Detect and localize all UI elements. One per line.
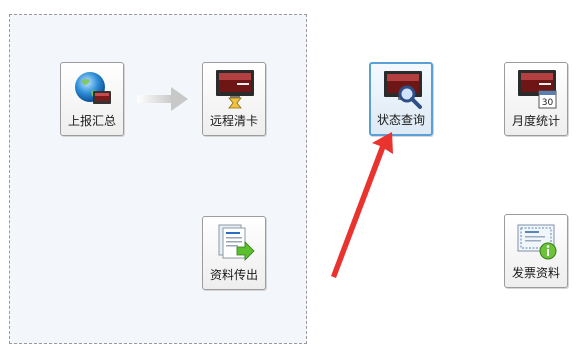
monthly-stats-button[interactable]: 30 月度统计 <box>504 62 568 136</box>
report-summary-label: 上报汇总 <box>67 114 116 128</box>
data-export-label: 资料传出 <box>209 268 258 282</box>
invoice-data-label: 发票资料 <box>511 266 560 280</box>
flow-arrow-icon <box>137 87 188 111</box>
remote-clear-label: 远程清卡 <box>209 114 258 128</box>
document-export-icon <box>218 224 255 261</box>
monthly-stats-label: 月度统计 <box>511 114 560 128</box>
monitor-magnifier-icon <box>384 71 422 109</box>
monitor-calendar-icon: 30 <box>518 70 557 109</box>
invoice-data-button[interactable]: 发票资料 <box>504 214 568 288</box>
calendar-day-text: 30 <box>542 98 554 108</box>
status-query-button[interactable]: 状态查询 <box>369 62 433 136</box>
report-summary-button[interactable]: 上报汇总 <box>60 62 124 136</box>
remote-clear-button[interactable]: 远程清卡 <box>202 62 266 136</box>
data-export-button[interactable]: 资料传出 <box>202 216 266 290</box>
monitor-hourglass-icon <box>216 70 254 109</box>
globe-monitor-icon <box>75 72 111 104</box>
status-query-label: 状态查询 <box>376 113 425 127</box>
invoice-info-icon <box>517 224 557 260</box>
